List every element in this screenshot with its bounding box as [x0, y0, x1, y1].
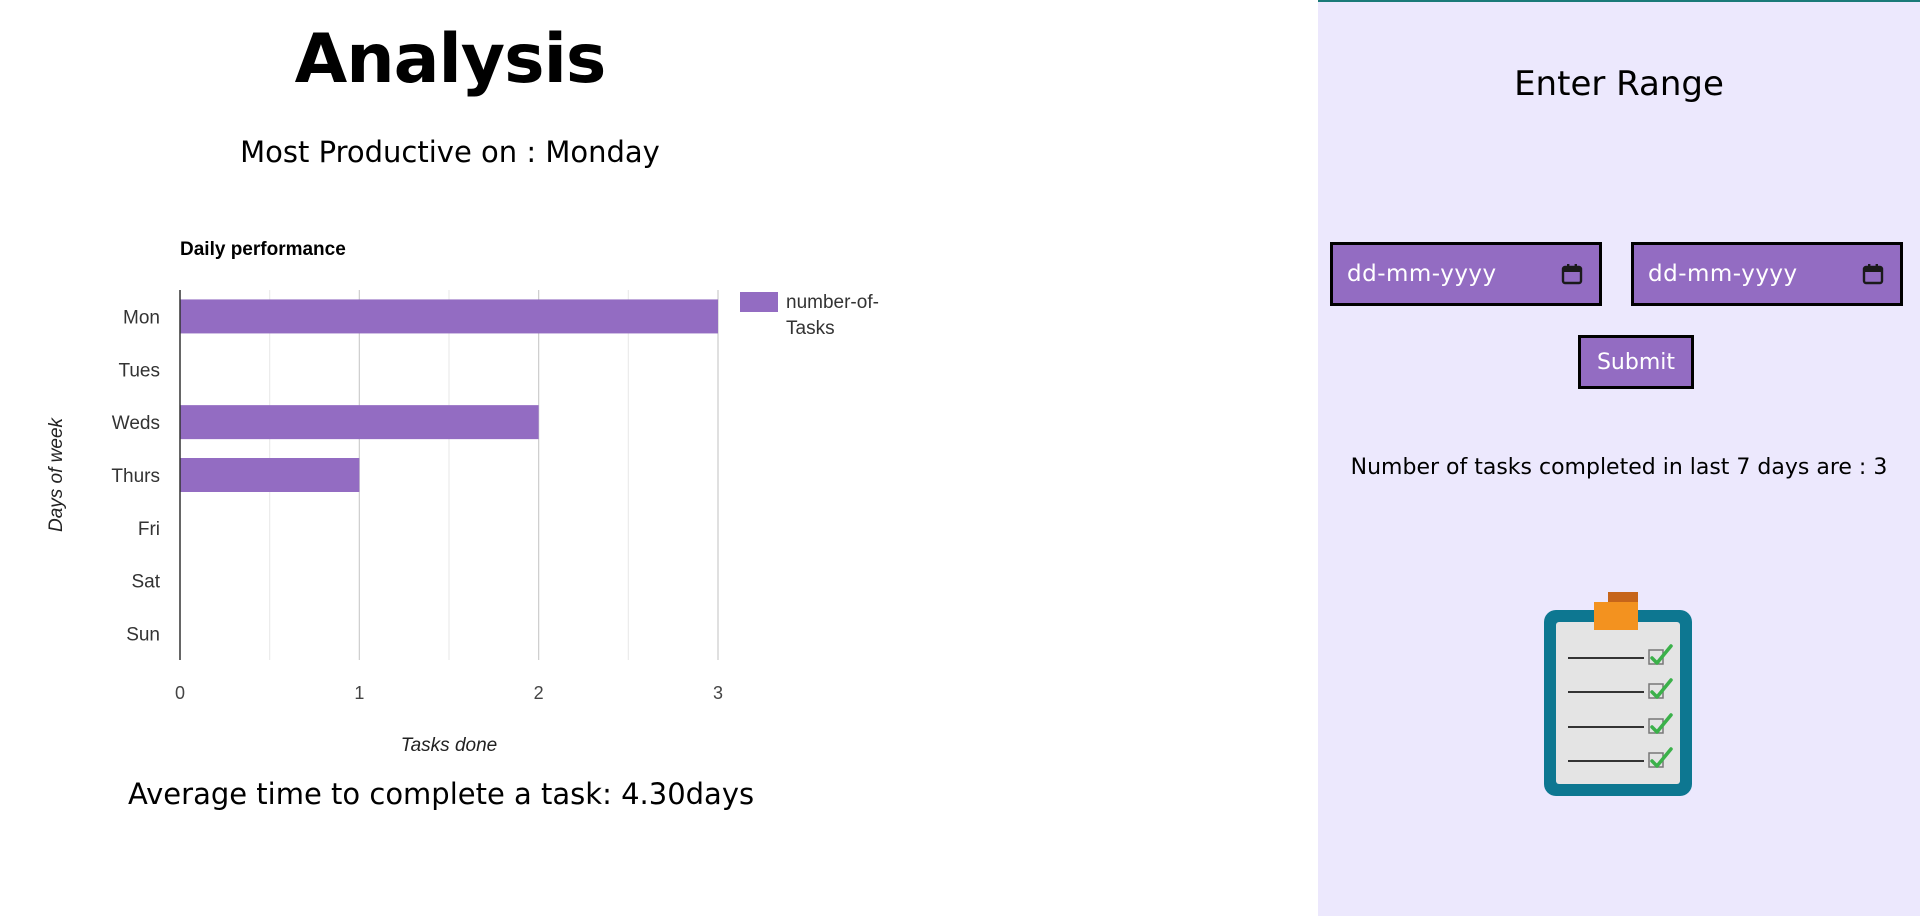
chart-bar-thurs — [180, 458, 360, 492]
tasks-completed-text: Number of tasks completed in last 7 days… — [1350, 455, 1888, 480]
x-axis-title: Tasks done — [401, 735, 497, 756]
daily-performance-chart: Daily performance Mon Tues Weds Thurs Fri Sat S… — [46, 239, 879, 756]
legend-label: number-of- — [786, 292, 879, 313]
start-date-input[interactable]: dd-mm-yyyy — [1330, 242, 1602, 306]
x-tick-label: 0 — [175, 683, 185, 703]
calendar-icon[interactable] — [1862, 263, 1884, 285]
sidebar-title: Enter Range — [1514, 64, 1724, 104]
x-tick-label: 2 — [534, 683, 544, 703]
calendar-icon[interactable] — [1561, 263, 1583, 285]
average-time-text: Average time to complete a task: 4.30day… — [128, 777, 755, 811]
most-productive-text: Most Productive on : Monday — [240, 135, 660, 169]
legend-label: Tasks — [786, 318, 835, 339]
x-tick-label: 3 — [713, 683, 723, 703]
y-axis-title: Days of week — [46, 416, 67, 532]
y-tick-label: Sun — [126, 625, 160, 646]
y-tick-label: Fri — [138, 519, 160, 540]
main-content: Analysis Most Productive on : Monday Dai… — [0, 0, 1318, 916]
page-title: Analysis — [294, 20, 607, 99]
x-tick-label: 1 — [354, 683, 364, 703]
y-tick-label: Mon — [123, 307, 160, 328]
sidebar: Enter Range dd-mm-yyyy dd-mm-yyyy Submit… — [1318, 2, 1920, 916]
end-date-input[interactable]: dd-mm-yyyy — [1631, 242, 1903, 306]
y-tick-label: Tues — [118, 360, 160, 381]
clipboard-checklist-icon — [1544, 592, 1692, 796]
y-tick-label: Sat — [131, 572, 160, 593]
y-tick-label: Weds — [112, 413, 160, 434]
chart-bar-weds — [180, 405, 539, 440]
legend-swatch — [740, 292, 778, 312]
chart-title: Daily performance — [180, 239, 346, 260]
end-date-placeholder: dd-mm-yyyy — [1648, 261, 1798, 287]
y-tick-label: Thurs — [111, 466, 160, 487]
chart-bar-mon — [180, 299, 718, 334]
start-date-placeholder: dd-mm-yyyy — [1347, 261, 1497, 287]
submit-button[interactable]: Submit — [1578, 335, 1694, 389]
